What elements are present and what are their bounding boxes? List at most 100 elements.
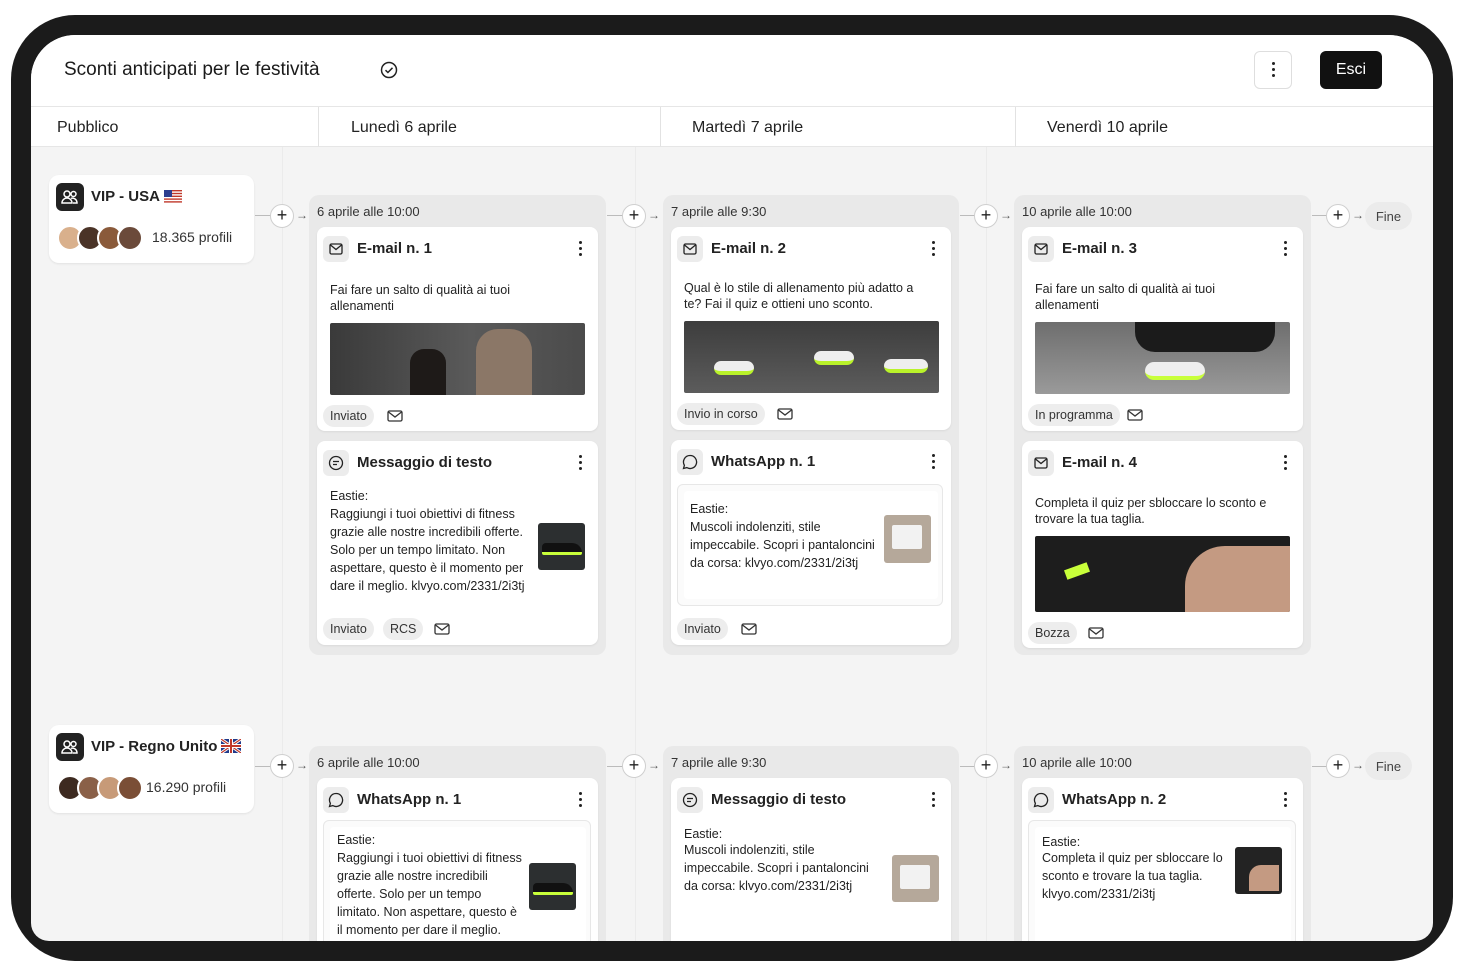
schedule-date: 6 aprile alle 10:00 <box>317 755 420 770</box>
message-body: Muscoli indolenziti, stile impeccabile. … <box>684 843 869 893</box>
column-header-day1: Lunedì 6 aprile <box>319 107 661 147</box>
uk-flag-icon <box>221 739 242 753</box>
shoe-shape <box>542 543 582 555</box>
schedule-date: 10 aprile alle 10:00 <box>1022 755 1132 770</box>
mail-icon <box>677 236 703 262</box>
person-shape <box>410 349 446 395</box>
mail-check-icon <box>1088 627 1104 639</box>
sms-card[interactable]: Messaggio di testo Eastie: Raggiungi i t… <box>317 441 598 645</box>
chat-bubble-icon <box>323 450 349 476</box>
more-vertical-icon[interactable] <box>578 241 582 257</box>
connector-line <box>607 766 623 767</box>
message-body: Completa il quiz per sbloccare lo sconto… <box>1042 851 1223 901</box>
more-vertical-icon[interactable] <box>1283 455 1287 471</box>
email-card[interactable]: E-mail n. 4 Completa il quiz per sblocca… <box>1022 441 1303 648</box>
more-vertical-icon[interactable] <box>578 455 582 471</box>
schedule-group: 7 aprile alle 9:30 Messaggio di testo Ea… <box>663 746 959 941</box>
shorts-shape <box>900 865 930 889</box>
email-subject: Qual è lo stile di allenamento più adatt… <box>684 281 914 311</box>
exit-button[interactable]: Esci <box>1320 51 1382 89</box>
person-shape <box>1185 546 1290 612</box>
more-vertical-icon[interactable] <box>1283 241 1287 257</box>
add-step-button[interactable]: + <box>622 204 646 228</box>
mail-icon <box>1028 236 1054 262</box>
arrow-right-icon: → <box>1352 758 1364 772</box>
card-title: E-mail n. 3 <box>1062 240 1138 257</box>
more-vertical-icon[interactable] <box>578 792 582 808</box>
status-badge: Bozza <box>1028 622 1077 644</box>
add-step-button[interactable]: + <box>1326 204 1350 228</box>
us-flag-icon <box>163 190 182 203</box>
audience-card-vip-usa[interactable]: VIP - USA 18.365 profili <box>49 175 254 263</box>
whatsapp-icon <box>677 449 703 475</box>
shoe-shape <box>1145 362 1205 380</box>
arrow-right-icon: → <box>1352 208 1364 222</box>
more-options-button[interactable] <box>1254 51 1292 89</box>
column-header-day2: Martedì 7 aprile <box>661 107 1016 147</box>
email-subject: Fai fare un salto di qualità ai tuoi all… <box>1035 282 1215 312</box>
whatsapp-card[interactable]: WhatsApp n. 1 Eastie: Muscoli indolenzit… <box>671 440 951 645</box>
email-subject: Completa il quiz per sbloccare lo sconto… <box>1035 496 1267 526</box>
mail-icon <box>323 236 349 262</box>
add-step-button[interactable]: + <box>974 754 998 778</box>
app-screen: Sconti anticipati per le festività Esci … <box>31 35 1433 941</box>
sms-card[interactable]: Messaggio di testo Eastie: Muscoli indol… <box>671 778 951 941</box>
more-vertical-icon[interactable] <box>931 792 935 808</box>
card-title: E-mail n. 1 <box>357 240 433 257</box>
add-step-button[interactable]: + <box>270 204 294 228</box>
audience-card-vip-uk[interactable]: VIP - Regno Unito 16.290 profili <box>49 725 254 813</box>
status-badge: In programma <box>1028 404 1120 426</box>
schedule-group: 10 aprile alle 10:00 E-mail n. 3 Fai far… <box>1014 195 1311 655</box>
add-step-button[interactable]: + <box>1326 754 1350 778</box>
mail-check-icon <box>741 623 757 635</box>
email-card[interactable]: E-mail n. 1 Fai fare un salto di qualità… <box>317 227 598 431</box>
add-step-button[interactable]: + <box>622 754 646 778</box>
column-divider <box>986 147 987 941</box>
schedule-date: 10 aprile alle 10:00 <box>1022 204 1132 219</box>
arrow-right-icon: → <box>1000 208 1012 222</box>
tablet-frame: Sconti anticipati per le festività Esci … <box>11 15 1453 961</box>
mail-check-icon <box>777 408 793 420</box>
schedule-date: 7 aprile alle 9:30 <box>671 204 767 219</box>
message-body: Raggiungi i tuoi obiettivi di fitness gr… <box>337 851 522 937</box>
profile-avatars <box>57 225 153 251</box>
whatsapp-preview: Eastie: Completa il quiz per sbloccare l… <box>1028 820 1296 941</box>
schedule-group: 10 aprile alle 10:00 WhatsApp n. 2 Easti… <box>1014 746 1311 941</box>
brand-tag-shape <box>1064 562 1090 580</box>
person-shape <box>1249 865 1279 891</box>
audience-name: VIP - Regno Unito <box>91 738 218 755</box>
more-vertical-icon <box>1271 62 1275 78</box>
message-body: Muscoli indolenziti, stile impeccabile. … <box>690 520 875 570</box>
avatar <box>117 225 143 251</box>
whatsapp-card[interactable]: WhatsApp n. 2 Eastie: Completa il quiz p… <box>1022 778 1303 941</box>
profile-avatars <box>57 775 153 801</box>
email-preview-image <box>1035 536 1290 612</box>
add-step-button[interactable]: + <box>270 754 294 778</box>
connector-line <box>255 215 271 216</box>
more-vertical-icon[interactable] <box>1283 792 1287 808</box>
column-divider <box>282 147 283 941</box>
schedule-group: 6 aprile alle 10:00 WhatsApp n. 1 Eastie… <box>309 746 606 941</box>
whatsapp-card[interactable]: WhatsApp n. 1 Eastie: Raggiungi i tuoi o… <box>317 778 598 941</box>
arrow-right-icon: → <box>296 758 308 772</box>
whatsapp-bubble: Eastie: Muscoli indolenziti, stile impec… <box>684 491 938 599</box>
audience-icon <box>56 733 84 761</box>
column-header-audience: Pubblico <box>31 107 319 147</box>
more-vertical-icon[interactable] <box>931 454 935 470</box>
schedule-group: 7 aprile alle 9:30 E-mail n. 2 Qual è lo… <box>663 195 959 655</box>
product-thumbnail <box>892 855 939 902</box>
status-badge: Inviato <box>677 618 728 640</box>
status-badge: Invio in corso <box>677 403 765 425</box>
profile-count: 18.365 profili <box>152 229 233 245</box>
add-step-button[interactable]: + <box>974 204 998 228</box>
email-card[interactable]: E-mail n. 3 Fai fare un salto di qualità… <box>1022 227 1303 431</box>
more-vertical-icon[interactable] <box>931 241 935 257</box>
email-card[interactable]: E-mail n. 2 Qual è lo stile di allenamen… <box>671 227 951 430</box>
audience-icon <box>56 183 84 211</box>
column-header-label: Lunedì 6 aprile <box>351 119 457 136</box>
person-shape <box>476 329 532 395</box>
profile-count: 16.290 profili <box>146 779 227 795</box>
column-header-day3: Venerdì 10 aprile <box>1016 107 1433 147</box>
mail-check-icon <box>434 623 450 635</box>
message-sender: Eastie: <box>690 502 729 516</box>
